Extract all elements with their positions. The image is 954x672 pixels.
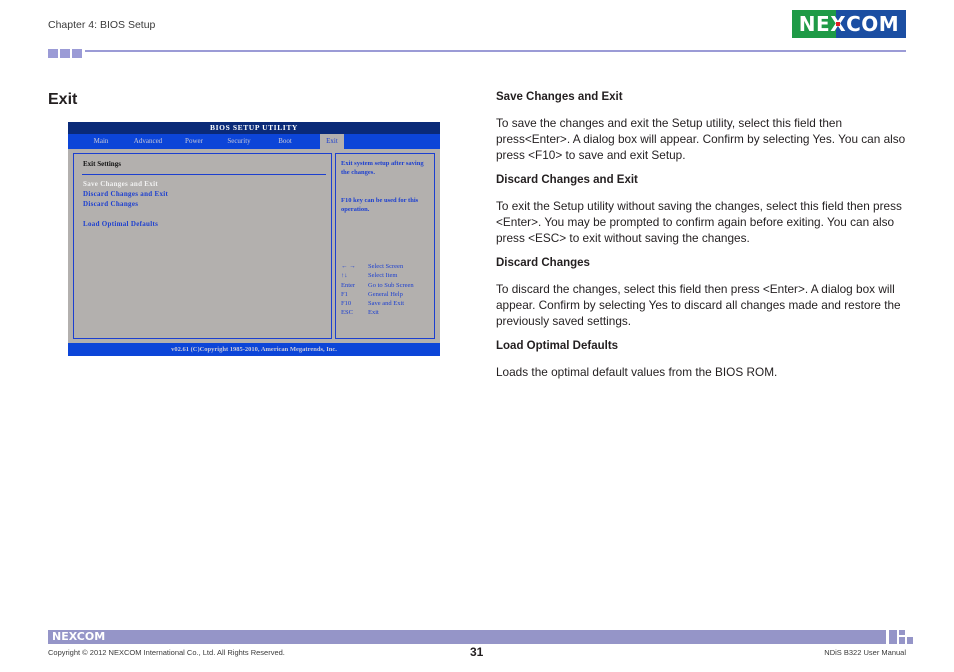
chapter-label: Chapter 4: BIOS Setup (48, 19, 156, 31)
bios-item-discard-changes-and-exit[interactable]: Discard Changes and Exit (83, 190, 168, 198)
key-row: F1 General Help (341, 290, 414, 299)
copyright-text: Copyright © 2012 NEXCOM International Co… (48, 648, 285, 657)
key-arrows-lr: ← → (341, 263, 356, 270)
footer-square-decoration (899, 630, 905, 635)
bios-tab-security[interactable]: Security (218, 134, 260, 149)
heading-discard-changes-and-exit: Discard Changes and Exit (496, 174, 638, 186)
key-arrows-ud: ↑↓ (341, 272, 348, 280)
bios-item-save-changes-and-exit[interactable]: Save Changes and Exit (83, 180, 158, 188)
key-action: Select Screen (368, 263, 404, 270)
footer-logo: NEXCOM (52, 630, 106, 643)
manual-name: NDiS B322 User Manual (824, 648, 906, 657)
bios-tab-advanced[interactable]: Advanced (126, 134, 170, 149)
bios-panel-heading: Exit Settings (83, 160, 121, 168)
key-action: Go to Sub Screen (368, 281, 414, 289)
paragraph-discard-changes-and-exit: To exit the Setup utility without saving… (496, 199, 902, 245)
bios-tab-boot[interactable]: Boot (271, 134, 299, 149)
bios-panel-divider (82, 174, 326, 175)
logo-text-x: X (830, 12, 847, 36)
key-row: Enter Go to Sub Screen (341, 281, 414, 290)
footer-square-decoration (907, 637, 913, 644)
bios-screenshot: BIOS SETUP UTILITY Main Advanced Power S… (68, 122, 440, 356)
bios-tab-main[interactable]: Main (86, 134, 116, 149)
logo-text-com: COM (846, 12, 900, 36)
key-row: ← → Select Screen (341, 262, 414, 271)
page-number: 31 (470, 645, 484, 659)
nexcom-logo: NE X COM (792, 10, 906, 38)
section-title: Exit (48, 91, 78, 108)
bios-item-discard-changes[interactable]: Discard Changes (83, 200, 138, 208)
paragraph-save-changes-and-exit: To save the changes and exit the Setup u… (496, 116, 906, 162)
paragraph-discard-changes: To discard the changes, select this fiel… (496, 282, 901, 328)
key-action: General Help (368, 290, 403, 298)
bios-item-load-optimal-defaults[interactable]: Load Optimal Defaults (83, 220, 158, 228)
heading-load-optimal-defaults: Load Optimal Defaults (496, 340, 619, 352)
heading-save-changes-and-exit: Save Changes and Exit (496, 91, 623, 103)
footer-square-decoration (899, 637, 905, 644)
paragraph-load-optimal-defaults: Loads the optimal default values from th… (496, 365, 778, 379)
heading-discard-changes: Discard Changes (496, 257, 590, 269)
bios-help-text-1: Exit system setup after saving the chang… (341, 160, 424, 176)
key-action: Exit (368, 309, 379, 317)
key-enter: Enter (341, 281, 356, 289)
bios-settings-panel: Exit Settings Save Changes and Exit Disc… (73, 153, 332, 339)
content-column: Save Changes and Exit To save the change… (496, 91, 908, 391)
key-f1: F1 (341, 290, 348, 298)
key-row: F10 Save and Exit (341, 299, 414, 308)
key-row: ↑↓ Select Item (341, 271, 414, 280)
bios-tab-bar: Main Advanced Power Security Boot Exit (68, 134, 440, 149)
bios-key-legend: ← → Select Screen ↑↓ Select Item Enter Go t… (341, 262, 414, 318)
key-esc: ESC (341, 309, 353, 317)
footer-bar (48, 630, 886, 644)
key-action: Select Item (368, 272, 398, 280)
key-action: Save and Exit (368, 300, 405, 308)
key-f10: F10 (341, 300, 352, 308)
bios-copyright-bar: v02.61 (C)Copyright 1985-2010, American … (68, 343, 440, 356)
bios-tab-power[interactable]: Power (178, 134, 210, 149)
bios-title: BIOS SETUP UTILITY (68, 122, 440, 134)
footer-square-decoration (889, 630, 897, 644)
bios-help-panel: Exit system setup after saving the chang… (335, 153, 435, 339)
header-divider (85, 50, 906, 52)
header-squares-decoration (48, 49, 82, 58)
logo-text-ne: NE (798, 12, 831, 36)
bios-help-text-2: F10 key can be used for this operation. (341, 197, 419, 213)
bios-tab-exit[interactable]: Exit (320, 134, 344, 149)
key-row: ESC Exit (341, 308, 414, 317)
